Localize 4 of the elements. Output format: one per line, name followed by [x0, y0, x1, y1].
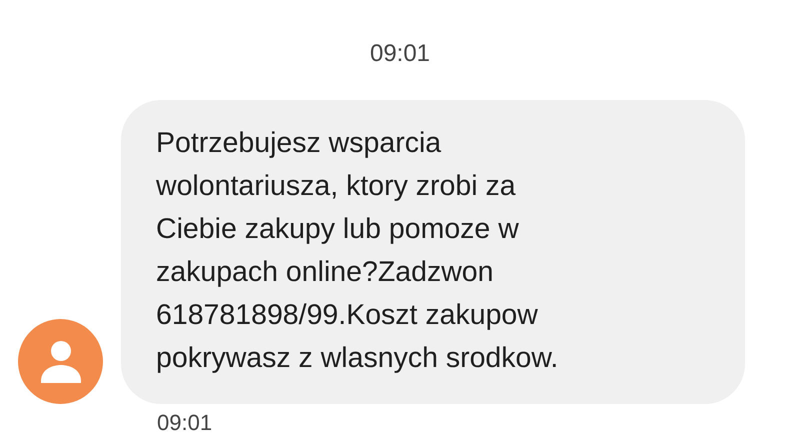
message-bubble[interactable]: Potrzebujesz wsparcia wolontariusza, ktory zrobi za Ciebie zakupy lub pomoze w zakupach online?Zadzwon 618781898/99.Koszt zakupow pokrywasz z wlasnych srodkow.	[121, 100, 745, 404]
message-time: 09:01	[157, 410, 214, 436]
message-text: Potrzebujesz wsparcia wolontariusza, ktory zrobi za Ciebie zakupy lub pomoze w zakupach online?Zadzwon 618781898/99.Koszt zakupow pokrywasz z wlasnych srodkow.	[156, 126, 560, 376]
conversation-time: 09:01	[368, 39, 432, 69]
